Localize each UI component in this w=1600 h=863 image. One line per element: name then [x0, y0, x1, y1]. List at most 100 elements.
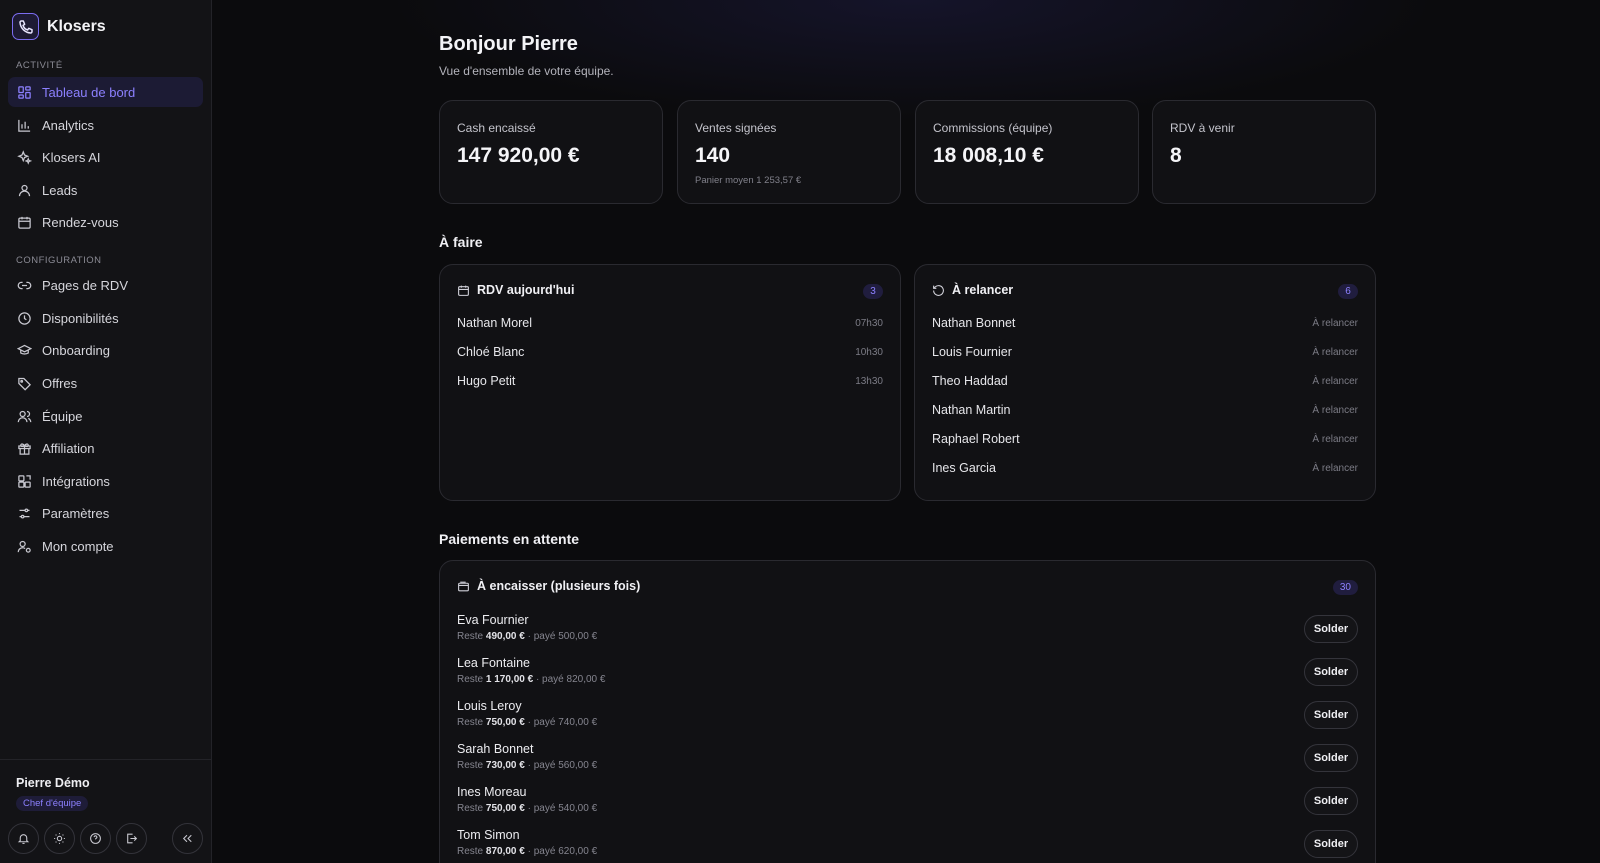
user-name: Pierre Démo: [16, 776, 90, 790]
sidebar-item-label: Mon compte: [42, 538, 114, 554]
user-gear-icon: [17, 540, 31, 553]
theme-toggle-button[interactable]: [44, 823, 75, 854]
refresh-icon: [933, 284, 944, 296]
sidebar-item-equipe[interactable]: Équipe: [8, 401, 203, 431]
solder-button[interactable]: Solder: [1304, 744, 1358, 772]
main-content: Bonjour Pierre Vue d'ensemble de votre é…: [212, 0, 1600, 863]
sidebar-item-label: Affiliation: [42, 440, 95, 456]
kpi-label: Commissions (équipe): [933, 121, 1053, 135]
kpi-value: 140: [695, 144, 731, 167]
sidebar-item-klosers-ai[interactable]: Klosers AI: [8, 142, 203, 172]
list-item[interactable]: Raphael Robert À relancer: [932, 429, 1358, 449]
section-label-activity: ACTIVITÉ: [16, 60, 63, 71]
count-badge: 30: [1332, 580, 1358, 595]
user-icon: [18, 184, 31, 196]
kpi-card-cash: Cash encaissé 147 920,00 €: [439, 100, 663, 204]
count-badge: 3: [863, 284, 883, 299]
lead-name: Nathan Martin: [932, 403, 1011, 417]
help-icon: [90, 833, 101, 844]
sidebar-item-integrations[interactable]: Intégrations: [8, 466, 203, 496]
sidebar-item-label: Tableau de bord: [42, 84, 136, 100]
sidebar-item-label: Intégrations: [42, 473, 110, 489]
payment-client-name: Louis Leroy: [457, 699, 522, 713]
payment-client-name: Ines Moreau: [457, 785, 527, 799]
brand[interactable]: Klosers: [12, 13, 106, 40]
list-item[interactable]: Nathan Morel 07h30: [457, 313, 883, 333]
kpi-label: RDV à venir: [1170, 121, 1235, 135]
sidebar-item-analytics[interactable]: Analytics: [8, 110, 203, 140]
list-item[interactable]: Chloé Blanc 10h30: [457, 342, 883, 362]
kpi-card-rdv: RDV à venir 8: [1152, 100, 1376, 204]
tag-icon: [18, 377, 32, 391]
solder-button[interactable]: Solder: [1304, 701, 1358, 729]
lead-name: Nathan Bonnet: [932, 316, 1016, 330]
list-item[interactable]: Theo Haddad À relancer: [932, 371, 1358, 391]
payment-row: Sarah Bonnet Reste 730,00 € · payé 560,0…: [457, 742, 1358, 782]
calendar-icon: [458, 285, 469, 296]
payment-row: Louis Leroy Reste 750,00 € · payé 740,00…: [457, 699, 1358, 739]
rdv-today-card: RDV aujourd'hui 3 Nathan Morel 07h30 Chl…: [439, 264, 901, 501]
puzzle-icon: [18, 474, 31, 488]
solder-button[interactable]: Solder: [1304, 787, 1358, 815]
sidebar-item-tableau-de-bord[interactable]: Tableau de bord: [8, 77, 203, 107]
kpi-value: 18 008,10 €: [933, 144, 1044, 167]
payment-detail: Reste 1 170,00 € · payé 820,00 €: [457, 674, 606, 685]
list-item[interactable]: Ines Garcia À relancer: [932, 458, 1358, 478]
brand-name: Klosers: [47, 17, 106, 35]
page-subtitle: Vue d'ensemble de votre équipe.: [439, 64, 614, 78]
payment-detail: Reste 730,00 € · payé 560,00 €: [457, 760, 598, 771]
list-item[interactable]: Hugo Petit 13h30: [457, 371, 883, 391]
appointment-time: 07h30: [855, 317, 883, 329]
kpi-value: 8: [1170, 144, 1182, 167]
sidebar-item-mon-compte[interactable]: Mon compte: [8, 531, 203, 561]
solder-button[interactable]: Solder: [1304, 830, 1358, 858]
sidebar-item-label: Paramètres: [42, 505, 110, 521]
sidebar: Klosers ACTIVITÉ Tableau de bord Analyti…: [0, 0, 212, 863]
sidebar-item-disponibilites[interactable]: Disponibilités: [8, 303, 203, 333]
list-item[interactable]: Louis Fournier À relancer: [932, 342, 1358, 362]
section-title-payments: Paiements en attente: [439, 531, 580, 547]
card-title: À relancer: [952, 283, 1014, 297]
followup-status: À relancer: [1312, 404, 1358, 416]
payment-detail: Reste 870,00 € · payé 620,00 €: [457, 846, 598, 857]
solder-button[interactable]: Solder: [1304, 658, 1358, 686]
list-item[interactable]: Nathan Martin À relancer: [932, 400, 1358, 420]
page-title: Bonjour Pierre: [439, 33, 578, 55]
help-button[interactable]: [80, 823, 111, 854]
card-title: RDV aujourd'hui: [477, 283, 575, 297]
list-item[interactable]: Nathan Bonnet À relancer: [932, 313, 1358, 333]
sidebar-item-label: Analytics: [42, 117, 95, 133]
collapse-sidebar-button[interactable]: [172, 823, 203, 854]
sidebar-item-pages-de-rdv[interactable]: Pages de RDV: [8, 270, 203, 300]
sidebar-item-parametres[interactable]: Paramètres: [8, 498, 203, 528]
users-icon: [17, 410, 32, 422]
kpi-card-ventes: Ventes signées 140 Panier moyen 1 253,57…: [677, 100, 901, 204]
section-label-configuration: CONFIGURATION: [16, 255, 102, 266]
sidebar-item-label: Onboarding: [42, 342, 110, 358]
bar-chart-icon: [18, 119, 31, 132]
kpi-card-commissions: Commissions (équipe) 18 008,10 €: [915, 100, 1139, 204]
appointment-time: 13h30: [855, 375, 883, 387]
dashboard-icon: [18, 85, 31, 99]
sparkles-icon: [17, 149, 32, 165]
payment-row: Ines Moreau Reste 750,00 € · payé 540,00…: [457, 785, 1358, 825]
sidebar-item-label: Offres: [42, 375, 78, 391]
followup-status: À relancer: [1312, 375, 1358, 387]
bell-icon: [17, 834, 30, 844]
payment-detail: Reste 750,00 € · payé 540,00 €: [457, 803, 598, 814]
followup-status: À relancer: [1312, 317, 1358, 329]
solder-button[interactable]: Solder: [1304, 615, 1358, 643]
kpi-value: 147 920,00 €: [457, 144, 580, 167]
appointment-name: Nathan Morel: [457, 316, 533, 330]
logout-button[interactable]: [116, 823, 147, 854]
lead-name: Raphael Robert: [932, 432, 1020, 446]
sidebar-item-leads[interactable]: Leads: [8, 175, 203, 205]
sidebar-item-affiliation[interactable]: Affiliation: [8, 433, 203, 463]
sidebar-item-onboarding[interactable]: Onboarding: [8, 335, 203, 365]
wallet-icon: [458, 581, 469, 591]
notifications-button[interactable]: [8, 823, 39, 854]
payment-detail: Reste 750,00 € · payé 740,00 €: [457, 717, 598, 728]
sidebar-item-offres[interactable]: Offres: [8, 368, 203, 398]
sidebar-item-rendez-vous[interactable]: Rendez-vous: [8, 207, 203, 237]
card-header: RDV aujourd'hui: [457, 283, 574, 297]
